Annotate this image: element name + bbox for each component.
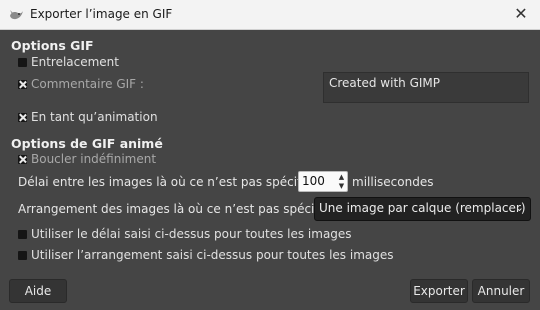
delay-unit: millisecondes <box>352 175 434 189</box>
checkbox-box[interactable] <box>18 57 27 67</box>
comment-field[interactable]: Created with GIMP <box>323 72 529 103</box>
delay-value[interactable]: 100 <box>302 174 325 188</box>
disposal-dropdown[interactable]: Une image par calque (remplacer) ⌄ <box>314 197 531 221</box>
spin-up-icon[interactable]: ▲ <box>339 173 344 181</box>
export-button[interactable]: Exporter <box>410 279 468 303</box>
use-delay-checkbox[interactable]: Utiliser le délai saisi ci-dessus pour t… <box>18 227 352 241</box>
chevron-down-icon: ⌄ <box>514 201 524 214</box>
gif-options-heading: Options GIF <box>11 38 94 53</box>
interlace-checkbox[interactable]: Entrelacement <box>18 55 119 69</box>
as-animation-checkbox[interactable]: En tant qu’animation <box>18 110 158 124</box>
use-disposal-label: Utiliser l’arrangement saisi ci-dessus p… <box>31 248 394 262</box>
delay-label: Délai entre les images là où ce n’est pa… <box>18 175 320 189</box>
cancel-button[interactable]: Annuler <box>472 279 530 303</box>
comment-checkbox[interactable]: Commentaire GIF : <box>18 77 144 91</box>
interlace-label: Entrelacement <box>31 55 119 69</box>
disposal-value: Une image par calque (remplacer) <box>319 201 526 215</box>
as-animation-label: En tant qu’animation <box>31 110 158 124</box>
checkbox-box[interactable] <box>18 79 27 89</box>
loop-checkbox[interactable]: Boucler indéfiniment <box>18 152 156 166</box>
checkbox-box[interactable] <box>18 250 27 260</box>
spin-arrows[interactable]: ▲ ▼ <box>337 173 346 190</box>
use-disposal-checkbox[interactable]: Utiliser l’arrangement saisi ci-dessus p… <box>18 248 394 262</box>
spin-down-icon[interactable]: ▼ <box>339 182 344 190</box>
title-bar: Exporter l’image en GIF ✕ <box>0 0 540 30</box>
disposal-label: Arrangement des images là où ce n’est pa… <box>18 202 338 216</box>
gimp-wilber-icon <box>10 10 23 20</box>
use-delay-label: Utiliser le délai saisi ci-dessus pour t… <box>31 227 352 241</box>
window-title: Exporter l’image en GIF <box>30 7 173 21</box>
close-icon[interactable]: ✕ <box>512 5 530 23</box>
help-button[interactable]: Aide <box>9 279 67 303</box>
delay-spinbox[interactable]: 100 ▲ ▼ <box>298 171 348 192</box>
checkbox-box[interactable] <box>18 112 27 122</box>
animated-options-heading: Options de GIF animé <box>11 136 163 151</box>
comment-label: Commentaire GIF : <box>31 77 144 91</box>
loop-label: Boucler indéfiniment <box>31 152 157 166</box>
checkbox-box[interactable] <box>18 154 27 164</box>
checkbox-box[interactable] <box>18 229 27 239</box>
